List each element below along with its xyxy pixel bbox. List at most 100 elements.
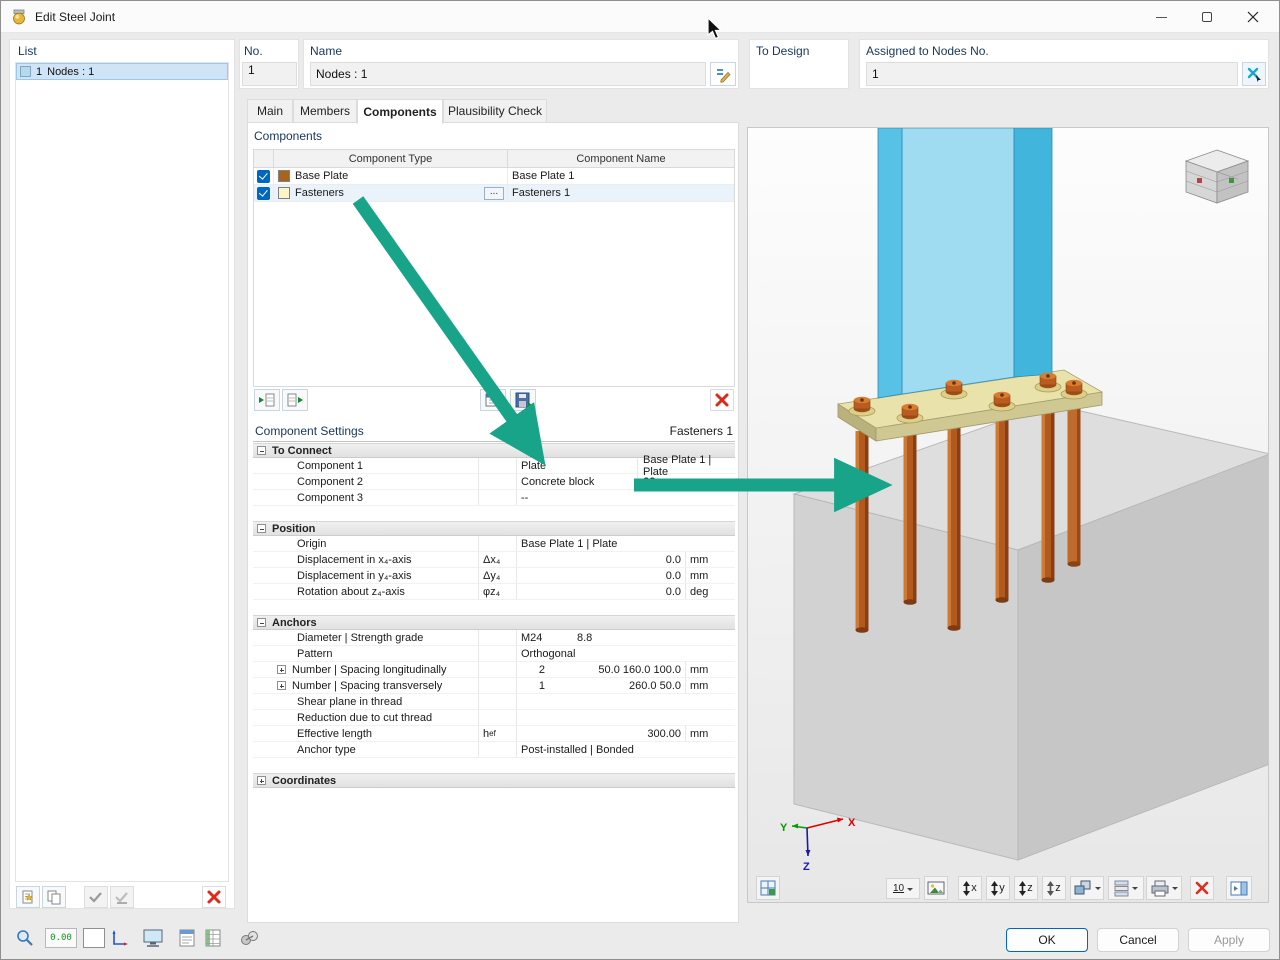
zoom-factor-dropdown[interactable]: 10 <box>886 878 920 899</box>
effective-length-value[interactable]: 300.00 <box>517 726 681 741</box>
display-options-button[interactable] <box>756 876 780 900</box>
row-anchor-type[interactable]: Anchor type Post-installed | Bonded <box>253 742 735 758</box>
displacement-x-value[interactable]: 0.0 <box>517 552 681 567</box>
assigned-nodes-input[interactable] <box>866 62 1238 86</box>
steel-column[interactable] <box>878 128 1052 398</box>
expand-icon[interactable] <box>277 665 286 674</box>
row-origin[interactable]: Origin Base Plate 1 | Plate <box>253 536 735 552</box>
row-effective-length[interactable]: Effective length hef 300.00 mm <box>253 726 735 742</box>
extent-z2-button[interactable]: z <box>1042 876 1066 900</box>
row-spacing-longitudinal[interactable]: Number | Spacing longitudinally 2 50.0 1… <box>253 662 735 678</box>
joint-settings-button[interactable] <box>237 926 261 950</box>
component-row-base-plate[interactable]: Base Plate Base Plate 1 <box>254 168 734 185</box>
component-3-value[interactable]: -- <box>521 490 528 505</box>
name-input[interactable] <box>310 62 706 86</box>
component-1-value[interactable]: Plate <box>521 458 546 473</box>
group-coordinates[interactable]: Coordinates <box>253 773 735 788</box>
edit-name-button[interactable] <box>710 62 736 86</box>
displacement-x-unit: mm <box>685 552 735 567</box>
fasteners-browse-button[interactable]: ... <box>484 187 504 200</box>
find-joint-button[interactable] <box>13 926 37 950</box>
tab-components[interactable]: Components <box>357 99 443 124</box>
list-item-nodes-1[interactable]: 1 Nodes : 1 <box>16 63 228 80</box>
remove-component-button[interactable] <box>282 389 308 411</box>
tab-members[interactable]: Members <box>293 99 357 123</box>
header-component-name[interactable]: Component Name <box>508 150 734 167</box>
tab-main[interactable]: Main <box>247 99 293 123</box>
insert-component-button[interactable] <box>254 389 280 411</box>
save-component-button[interactable] <box>510 389 536 411</box>
deselect-all-button[interactable] <box>110 886 134 908</box>
pattern-value[interactable]: Orthogonal <box>521 646 575 661</box>
navigation-cube[interactable] <box>1186 150 1248 203</box>
delete-component-button[interactable] <box>710 389 734 411</box>
extent-x-button[interactable]: x <box>958 876 982 900</box>
component-2-value[interactable]: Concrete block <box>521 474 594 489</box>
coordinate-system-button[interactable] <box>107 926 131 950</box>
row-rotation-z[interactable]: Rotation about z₄-axis φz₄ 0.0 deg <box>253 584 735 600</box>
fasteners-checkbox[interactable] <box>257 187 270 200</box>
row-displacement-y[interactable]: Displacement in y₄-axis Δy₄ 0.0 mm <box>253 568 735 584</box>
component-2-detail: ?? <box>637 474 735 489</box>
collapse-icon[interactable] <box>257 524 266 533</box>
origin-value[interactable]: Base Plate 1 | Plate <box>521 536 617 551</box>
pick-nodes-button[interactable] <box>1242 62 1266 86</box>
rotation-z-value[interactable]: 0.0 <box>517 584 681 599</box>
print-dropdown[interactable] <box>1146 876 1182 900</box>
uncheck-all-icon <box>113 888 131 906</box>
row-displacement-x[interactable]: Displacement in x₄-axis Δx₄ 0.0 mm <box>253 552 735 568</box>
component-library-button[interactable] <box>480 389 506 411</box>
table-report-button[interactable] <box>201 926 225 950</box>
row-pattern[interactable]: Pattern Orthogonal <box>253 646 735 662</box>
row-spacing-transverse[interactable]: Number | Spacing transversely 1 260.0 50… <box>253 678 735 694</box>
base-plate-checkbox[interactable] <box>257 170 270 183</box>
precision-display[interactable]: 0.00 <box>45 928 77 948</box>
copy-joint-button[interactable] <box>42 886 66 908</box>
group-position[interactable]: Position <box>253 521 735 536</box>
extent-z-button[interactable]: z <box>1014 876 1038 900</box>
select-all-button[interactable] <box>84 886 108 908</box>
collapse-icon[interactable] <box>257 618 266 627</box>
snapshot-button[interactable] <box>924 876 948 900</box>
ok-button[interactable]: OK <box>1006 928 1088 952</box>
longitudinal-count[interactable]: 2 <box>517 662 545 677</box>
expand-icon[interactable] <box>277 681 286 690</box>
view-dropdown[interactable] <box>1108 876 1144 900</box>
component-row-fasteners[interactable]: Fasteners ... Fasteners 1 <box>254 185 734 202</box>
minimize-button[interactable] <box>1139 2 1183 32</box>
components-table: Component Type Component Name Base Plate… <box>253 149 735 387</box>
delete-joint-button[interactable] <box>202 886 226 908</box>
longitudinal-spacing[interactable]: 50.0 160.0 100.0 <box>545 662 681 677</box>
group-anchors[interactable]: Anchors <box>253 615 735 630</box>
background-color-button[interactable] <box>83 928 105 948</box>
visual-style-dropdown[interactable] <box>1070 876 1104 900</box>
stop-render-button[interactable] <box>1190 876 1214 900</box>
header-component-type[interactable]: Component Type <box>274 150 508 167</box>
close-button[interactable] <box>1231 2 1275 32</box>
strength-grade-value[interactable]: 8.8 <box>577 630 592 645</box>
3d-viewport[interactable]: X Y Z 10 <box>747 127 1269 903</box>
expand-icon[interactable] <box>257 776 266 785</box>
cancel-button[interactable]: Cancel <box>1097 928 1179 952</box>
transverse-count[interactable]: 1 <box>517 678 545 693</box>
transverse-spacing[interactable]: 260.0 50.0 <box>545 678 681 693</box>
diameter-value[interactable]: M24 <box>521 630 542 645</box>
row-component-2[interactable]: Component 2 Concrete block ?? <box>253 474 735 490</box>
new-joint-button[interactable] <box>16 886 40 908</box>
report-button[interactable] <box>175 926 199 950</box>
row-component-1[interactable]: Component 1 Plate Base Plate 1 | Plate <box>253 458 735 474</box>
apply-button[interactable]: Apply <box>1188 928 1270 952</box>
dock-panel-button[interactable] <box>1226 876 1252 900</box>
row-reduction-cut-thread[interactable]: Reduction due to cut thread <box>253 710 735 726</box>
row-component-3[interactable]: Component 3 -- <box>253 490 735 506</box>
tab-plausibility-check[interactable]: Plausibility Check <box>443 99 547 123</box>
extent-y-button[interactable]: y <box>986 876 1010 900</box>
fullscreen-button[interactable] <box>141 926 165 950</box>
3d-viewport-scene[interactable]: X Y Z <box>748 128 1269 903</box>
collapse-icon[interactable] <box>257 446 266 455</box>
row-shear-plane[interactable]: Shear plane in thread <box>253 694 735 710</box>
displacement-y-value[interactable]: 0.0 <box>517 568 681 583</box>
maximize-button[interactable] <box>1185 2 1229 32</box>
anchor-type-value[interactable]: Post-installed | Bonded <box>521 742 634 757</box>
row-diameter-grade[interactable]: Diameter | Strength grade M24 8.8 <box>253 630 735 646</box>
